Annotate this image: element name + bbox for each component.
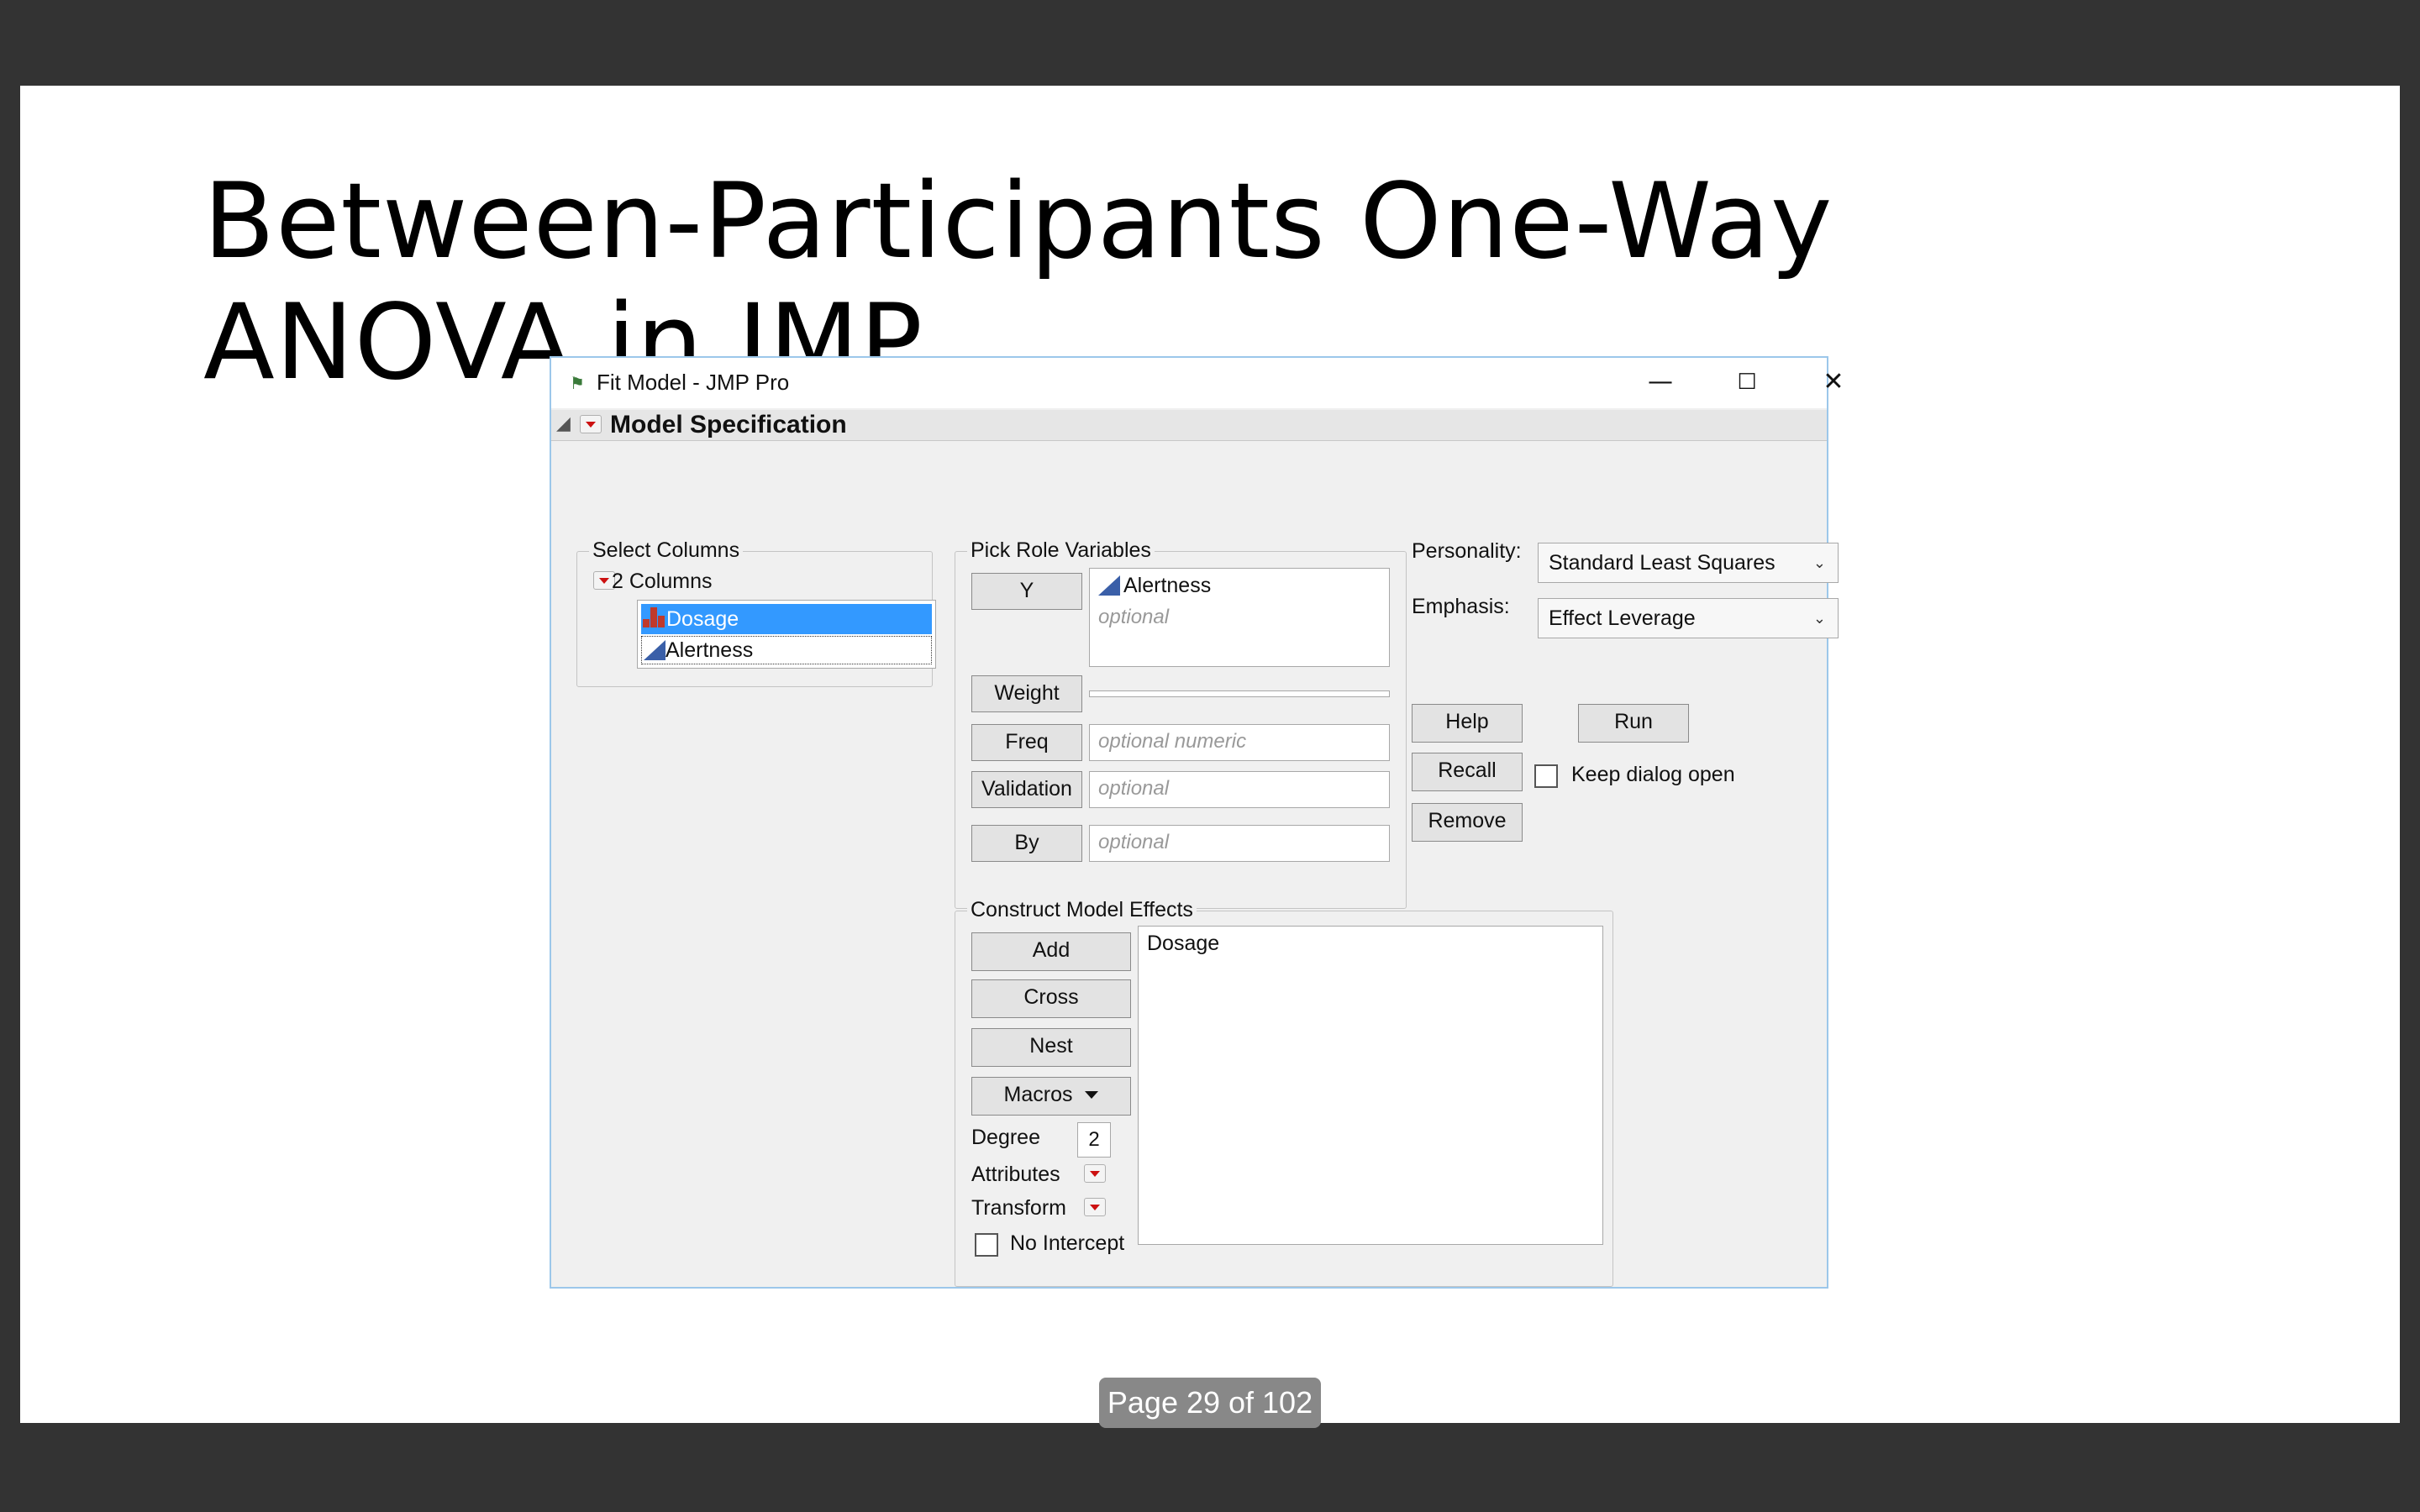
columns-count-label: 2 Columns bbox=[612, 570, 713, 593]
macros-label: Macros bbox=[1003, 1083, 1073, 1106]
model-effect-item[interactable]: Dosage bbox=[1147, 932, 1219, 956]
keep-dialog-open-label: Keep dialog open bbox=[1571, 763, 1735, 786]
nominal-icon bbox=[643, 607, 665, 627]
transform-menu-icon[interactable] bbox=[1084, 1198, 1106, 1216]
close-button[interactable]: ✕ bbox=[1808, 363, 1859, 402]
y-role-value: Alertness bbox=[1123, 574, 1212, 597]
cross-effect-button[interactable]: Cross bbox=[971, 979, 1131, 1018]
model-effects-list[interactable]: Dosage bbox=[1138, 926, 1603, 1245]
emphasis-value: Effect Leverage bbox=[1549, 606, 1696, 630]
validation-role-field[interactable]: optional bbox=[1089, 771, 1390, 808]
personality-label: Personality: bbox=[1412, 539, 1522, 563]
window-titlebar[interactable]: ⚑ Fit Model - JMP Pro — ☐ ✕ bbox=[551, 358, 1844, 408]
no-intercept-checkbox[interactable] bbox=[975, 1233, 998, 1257]
validation-role-button[interactable]: Validation bbox=[971, 771, 1082, 808]
keep-dialog-open-checkbox[interactable] bbox=[1534, 764, 1558, 788]
transform-label: Transform bbox=[971, 1196, 1066, 1220]
weight-role-button[interactable]: Weight bbox=[971, 675, 1082, 712]
column-label: Dosage bbox=[666, 607, 739, 631]
chevron-down-icon: ⌄ bbox=[1812, 610, 1826, 627]
weight-role-field[interactable] bbox=[1089, 690, 1390, 697]
add-effect-button[interactable]: Add bbox=[971, 932, 1131, 971]
disclosure-triangle-icon[interactable]: ◢ bbox=[556, 413, 571, 434]
pick-role-variables-legend: Pick Role Variables bbox=[967, 538, 1155, 563]
y-role-button[interactable]: Y bbox=[971, 573, 1082, 610]
chevron-down-icon: ⌄ bbox=[1812, 554, 1826, 571]
model-specification-title: Model Specification bbox=[610, 411, 847, 438]
recall-button[interactable]: Recall bbox=[1412, 753, 1523, 791]
y-role-list[interactable]: Alertness optional bbox=[1089, 568, 1390, 667]
freq-role-button[interactable]: Freq bbox=[971, 724, 1082, 761]
continuous-icon bbox=[644, 640, 666, 660]
run-button[interactable]: Run bbox=[1578, 704, 1689, 743]
degree-input[interactable]: 2 bbox=[1077, 1122, 1111, 1158]
model-specification-header: ◢ Model Specification bbox=[551, 410, 1827, 441]
columns-list[interactable]: Dosage Alertness bbox=[637, 600, 936, 669]
emphasis-label: Emphasis: bbox=[1412, 595, 1510, 618]
remove-button[interactable]: Remove bbox=[1412, 803, 1523, 842]
continuous-icon bbox=[1098, 575, 1120, 596]
macros-button[interactable]: Macros bbox=[971, 1077, 1131, 1116]
slide-title-line1: Between-Participants One-Way bbox=[203, 161, 1833, 282]
dropdown-arrow-icon bbox=[1085, 1091, 1099, 1099]
column-label: Alertness bbox=[666, 638, 754, 662]
y-role-placeholder: optional bbox=[1098, 606, 1170, 628]
construct-model-effects-legend: Construct Model Effects bbox=[967, 898, 1197, 922]
minimize-button[interactable]: — bbox=[1635, 363, 1686, 402]
emphasis-select[interactable]: Effect Leverage ⌄ bbox=[1538, 598, 1839, 638]
nest-effect-button[interactable]: Nest bbox=[971, 1028, 1131, 1067]
no-intercept-label: No Intercept bbox=[1010, 1231, 1125, 1255]
page-indicator: Page 29 of 102 bbox=[1099, 1378, 1321, 1428]
select-columns-legend: Select Columns bbox=[589, 538, 744, 563]
fit-model-window: ⚑ Fit Model - JMP Pro — ☐ ✕ ◢ Model Spec… bbox=[550, 356, 1844, 1289]
personality-value: Standard Least Squares bbox=[1549, 551, 1776, 575]
degree-label: Degree bbox=[971, 1126, 1040, 1149]
by-role-button[interactable]: By bbox=[971, 825, 1082, 862]
attributes-label: Attributes bbox=[971, 1163, 1060, 1186]
by-role-field[interactable]: optional bbox=[1089, 825, 1390, 862]
jmp-app-icon: ⚑ bbox=[570, 373, 585, 393]
personality-select[interactable]: Standard Least Squares ⌄ bbox=[1538, 543, 1839, 583]
column-item-dosage[interactable]: Dosage bbox=[641, 604, 932, 634]
freq-role-field[interactable]: optional numeric bbox=[1089, 724, 1390, 761]
maximize-button[interactable]: ☐ bbox=[1722, 363, 1772, 402]
column-item-alertness[interactable]: Alertness bbox=[641, 636, 932, 664]
red-triangle-menu-icon[interactable] bbox=[580, 415, 602, 433]
window-title: Fit Model - JMP Pro bbox=[597, 370, 790, 395]
help-button[interactable]: Help bbox=[1412, 704, 1523, 743]
attributes-menu-icon[interactable] bbox=[1084, 1164, 1106, 1183]
